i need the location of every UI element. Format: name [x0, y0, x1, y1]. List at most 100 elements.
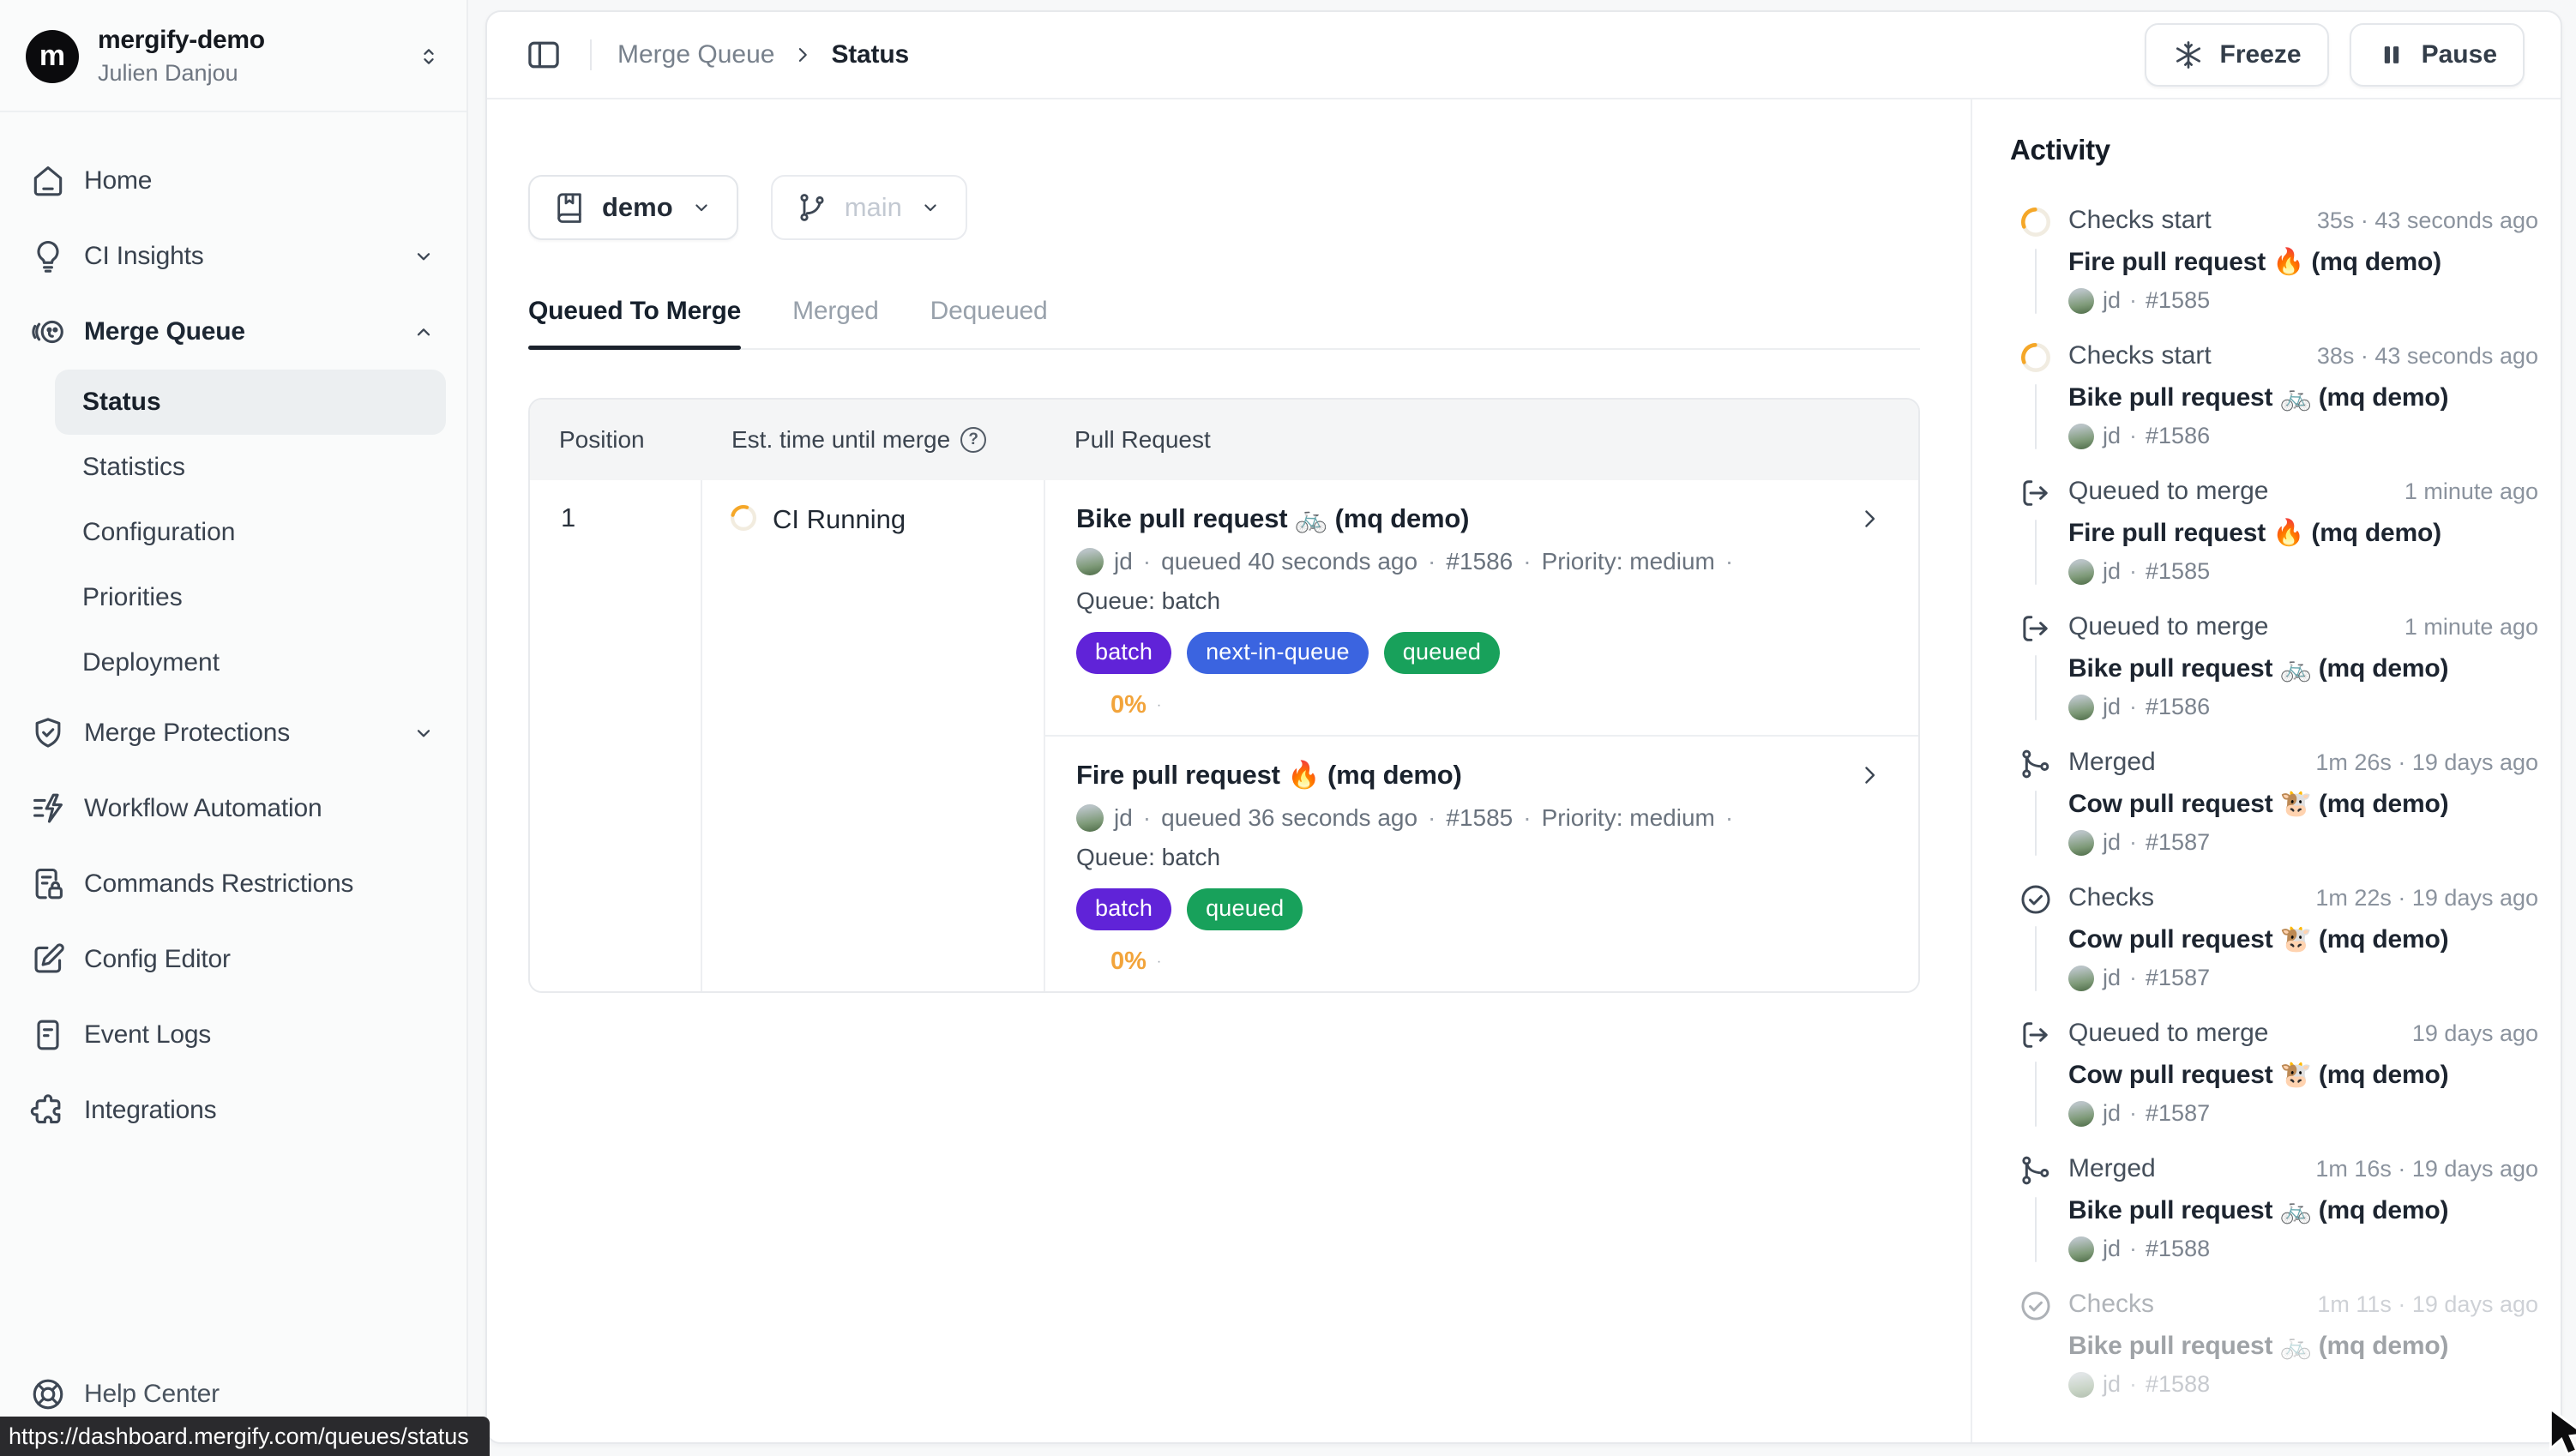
- mouse-cursor: [2540, 1405, 2576, 1456]
- activity-event-label: Checks: [2068, 883, 2154, 912]
- separator-dot: ·: [1157, 954, 1161, 970]
- sidebar-item-priorities[interactable]: Priorities: [55, 565, 446, 630]
- pr-author: jd: [1114, 548, 1133, 575]
- activity-time: 38s · 43 seconds ago: [2317, 343, 2538, 370]
- activity-entry: Checks start 35s · 43 seconds ago Fire p…: [2010, 204, 2538, 340]
- activity-pr-link[interactable]: Bike pull request 🚲 (mq demo): [2068, 653, 2538, 683]
- sidebar-item-merge-queue[interactable]: Merge Queue: [21, 294, 446, 370]
- pr-priority: Priority: medium: [1542, 804, 1715, 832]
- activity-rail: [2010, 881, 2061, 991]
- activity-author: jd: [2103, 287, 2121, 314]
- activity-time: 1 minute ago: [2404, 614, 2538, 641]
- pull-request-item[interactable]: Fire pull request 🔥 (mq demo) jd · queue…: [1045, 735, 1918, 991]
- sidebar-nav: Home CI Insights Merge Queue Status Stat…: [0, 112, 466, 1148]
- activity-meta: jd · #1586: [2068, 423, 2538, 449]
- separator-dot: ·: [1157, 698, 1161, 713]
- activity-time: 1m 22s · 19 days ago: [2315, 885, 2538, 912]
- sidebar-toggle-button[interactable]: [523, 34, 564, 75]
- sidebar-item-status[interactable]: Status: [55, 370, 446, 435]
- activity-event-label: Queued to merge: [2068, 477, 2268, 506]
- activity-event-label: Checks: [2068, 1290, 2154, 1319]
- tab-merged[interactable]: Merged: [792, 297, 879, 348]
- activity-pr-link[interactable]: Fire pull request 🔥 (mq demo): [2068, 518, 2538, 548]
- activity-meta: jd · #1587: [2068, 1100, 2538, 1127]
- sidebar-item-event-logs[interactable]: Event Logs: [21, 997, 446, 1073]
- activity-pr-link[interactable]: Cow pull request 🐮 (mq demo): [2068, 789, 2538, 819]
- breadcrumb-parent[interactable]: Merge Queue: [617, 40, 774, 69]
- chevron-down-icon: [410, 719, 437, 747]
- activity-pr-link[interactable]: Cow pull request 🐮 (mq demo): [2068, 924, 2538, 954]
- chevron-right-icon[interactable]: [1855, 761, 1884, 790]
- chevron-right-icon[interactable]: [1855, 504, 1884, 533]
- badge-batch: batch: [1076, 632, 1171, 674]
- activity-pr-link[interactable]: Bike pull request 🚲 (mq demo): [2068, 382, 2538, 412]
- activity-pr-number: #1586: [2146, 694, 2210, 720]
- filter-row: demo main: [528, 175, 1971, 240]
- activity-rail: [2010, 204, 2061, 314]
- est-time-cell: CI Running: [702, 480, 1045, 991]
- badge-queued: queued: [1187, 888, 1303, 930]
- timeline-connector: [2035, 926, 2037, 991]
- help-icon[interactable]: ?: [960, 427, 986, 453]
- sidebar-item-ci-insights[interactable]: CI Insights: [21, 219, 446, 294]
- edit-square-icon: [29, 941, 67, 978]
- activity-list: Checks start 35s · 43 seconds ago Fire p…: [2010, 204, 2538, 1423]
- activity-rail: [2010, 475, 2061, 585]
- sidebar-item-label: Merge Queue: [84, 317, 245, 346]
- pr-author: jd: [1114, 804, 1133, 832]
- pr-title[interactable]: Bike pull request 🚲 (mq demo): [1076, 502, 1469, 534]
- document-lock-icon: [29, 865, 67, 903]
- repository-select[interactable]: demo: [528, 175, 738, 240]
- activity-meta: jd · #1588: [2068, 1371, 2538, 1398]
- queued-to-merge-icon: [2018, 475, 2054, 511]
- pr-meta-row: jd · queued 40 seconds ago · #1586 · Pri…: [1076, 548, 1884, 575]
- branch-select[interactable]: main: [771, 175, 967, 240]
- merge-queue-icon: [29, 313, 67, 351]
- sidebar-item-config-editor[interactable]: Config Editor: [21, 922, 446, 997]
- card-body: demo main Queued To Merge Merged Dequeue…: [487, 99, 2561, 1442]
- freeze-button[interactable]: Freeze: [2145, 23, 2329, 87]
- sidebar-item-label: Merge Protections: [84, 719, 290, 748]
- sidebar-item-deployment[interactable]: Deployment: [55, 630, 446, 695]
- activity-pr-link[interactable]: Bike pull request 🚲 (mq demo): [2068, 1331, 2538, 1361]
- pr-title[interactable]: Fire pull request 🔥 (mq demo): [1076, 759, 1462, 791]
- column-est-time: Est. time until merge ?: [702, 426, 1045, 454]
- shield-check-icon: [29, 714, 67, 752]
- log-document-icon: [29, 1016, 67, 1054]
- activity-rail: [2010, 340, 2061, 449]
- sidebar-item-home[interactable]: Home: [21, 143, 446, 219]
- pr-badges: batch next-in-queue queued: [1076, 632, 1884, 674]
- branch-value: main: [845, 192, 902, 223]
- activity-entry: Merged 1m 26s · 19 days ago Cow pull req…: [2010, 746, 2538, 881]
- sidebar-item-statistics[interactable]: Statistics: [55, 435, 446, 500]
- activity-pr-link[interactable]: Fire pull request 🔥 (mq demo): [2068, 247, 2538, 277]
- activity-panel: Activity Checks start 35s · 43 seconds a…: [1971, 99, 2561, 1442]
- home-icon: [29, 162, 67, 200]
- activity-pr-link[interactable]: Cow pull request 🐮 (mq demo): [2068, 1060, 2538, 1090]
- sidebar-item-merge-protections[interactable]: Merge Protections: [21, 695, 446, 771]
- pause-button[interactable]: Pause: [2350, 23, 2525, 87]
- sidebar-item-integrations[interactable]: Integrations: [21, 1073, 446, 1148]
- activity-pr-number: #1586: [2146, 423, 2210, 449]
- queue-tabs: Queued To Merge Merged Dequeued: [528, 297, 1920, 350]
- chevron-up-icon: [410, 318, 437, 346]
- pull-request-item[interactable]: Bike pull request 🚲 (mq demo) jd · queue…: [1045, 480, 1918, 735]
- activity-meta: jd · #1585: [2068, 287, 2538, 314]
- avatar: [2068, 830, 2094, 856]
- sidebar-item-label: Priorities: [82, 583, 183, 612]
- org-switcher[interactable]: m mergify-demo Julien Danjou: [0, 0, 466, 111]
- chevron-right-icon: [790, 42, 816, 68]
- activity-pr-link[interactable]: Bike pull request 🚲 (mq demo): [2068, 1195, 2538, 1225]
- tab-dequeued[interactable]: Dequeued: [930, 297, 1048, 348]
- avatar: [2068, 559, 2094, 585]
- activity-rail: [2010, 1288, 2061, 1398]
- chevron-down-icon: [410, 243, 437, 270]
- sidebar-item-commands-restrictions[interactable]: Commands Restrictions: [21, 846, 446, 922]
- avatar: [2068, 966, 2094, 991]
- pr-badges: batch queued: [1076, 888, 1884, 930]
- activity-time: 35s · 43 seconds ago: [2317, 208, 2538, 234]
- tab-queued-to-merge[interactable]: Queued To Merge: [528, 297, 741, 348]
- activity-author: jd: [2103, 1371, 2121, 1398]
- sidebar-item-configuration[interactable]: Configuration: [55, 500, 446, 565]
- sidebar-item-workflow-automation[interactable]: Workflow Automation: [21, 771, 446, 846]
